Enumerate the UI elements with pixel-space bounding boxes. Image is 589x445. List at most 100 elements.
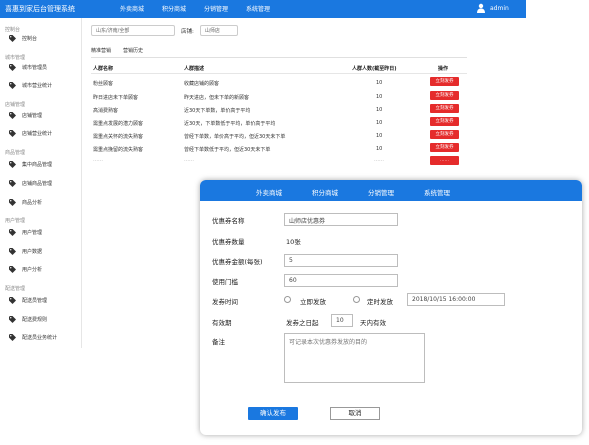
sidebar-item-label: 集中商品管理 — [22, 162, 53, 168]
remark-textarea[interactable]: 可记录本次优惠券发放的目的 — [284, 333, 425, 383]
send-coupon-button[interactable]: 立刻发券 — [430, 117, 459, 126]
coupon-count-label: 优惠券数量 — [212, 238, 245, 246]
sidebar-group-user: 用户管理 — [5, 218, 26, 224]
tab-divider — [91, 57, 467, 58]
table-cell-desc: 曾经下单数低于平均，但近30天未下单 — [184, 147, 271, 153]
send-now-radio[interactable] — [284, 296, 291, 303]
validity-suffix: 天内有效 — [360, 319, 386, 327]
tag-icon — [9, 112, 16, 119]
tab-bar: 精准营销 营销历史 — [91, 47, 143, 54]
top-nav-item-distribution[interactable]: 分销管理 — [204, 4, 228, 13]
sidebar-item-user-admin[interactable]: 用户管理 — [9, 229, 42, 236]
app-title: 喜惠到家后台管理系统 — [5, 5, 75, 13]
top-nav-item-takeout[interactable]: 外卖商城 — [120, 4, 144, 13]
sidebar-item-label: 店铺管理 — [22, 113, 43, 119]
sidebar-item-store-admin[interactable]: 店铺管理 — [9, 112, 42, 119]
table-cell-name: 粉丝顾客 — [93, 81, 114, 87]
send-time-label: 发券时间 — [212, 298, 238, 306]
table-cell-count: 10 — [376, 80, 383, 86]
coupon-dialog: 外卖商城 积分商城 分销管理 系统管理 优惠券名称 山师店优惠券 优惠券数量 1… — [200, 180, 582, 435]
send-coupon-button[interactable]: 立刻发券 — [430, 104, 459, 113]
threshold-input[interactable]: 60 — [284, 274, 398, 287]
dialog-top-bar: 外卖商城 积分商城 分销管理 系统管理 — [200, 180, 582, 201]
column-header-action: 操作 — [438, 66, 449, 72]
send-scheduled-label: 定时发放 — [367, 298, 393, 306]
store-select-value: 山师店 — [204, 28, 220, 34]
table-cell-count: 10 — [376, 146, 383, 152]
remark-label: 备注 — [212, 338, 225, 346]
send-coupon-button[interactable]: 立刻发券 — [430, 130, 459, 139]
table-cell-name: 需重点发展的潜力顾客 — [93, 121, 144, 127]
sidebar-item-label: 城市营业统计 — [22, 83, 53, 89]
table-cell-count: 10 — [376, 107, 383, 113]
sidebar-item-central-goods[interactable]: 集中商品管理 — [9, 161, 52, 168]
sidebar-item-label: 店铺营业统计 — [22, 131, 53, 137]
user-icon — [477, 3, 485, 13]
sidebar-item-store-goods[interactable]: 店铺商品管理 — [9, 180, 52, 187]
scheduled-time-input[interactable]: 2018/10/15 16:00:00 — [407, 293, 505, 306]
dialog-nav-item-distribution[interactable]: 分销管理 — [368, 187, 394, 197]
table-cell-name: 需重点挽留的流失熟客 — [93, 147, 144, 153]
top-nav-item-points[interactable]: 积分商城 — [162, 4, 186, 13]
dialog-nav-item-system[interactable]: 系统管理 — [424, 187, 450, 197]
table-cell-desc: 昨天进店，但未下单的新顾客 — [184, 95, 250, 101]
coupon-amount-input[interactable]: 5 — [284, 254, 398, 267]
user-menu[interactable]: admin — [476, 3, 509, 13]
tag-icon — [9, 334, 16, 341]
sidebar-item-label: 控制台 — [22, 36, 38, 42]
validity-label: 有效期 — [212, 319, 232, 327]
sidebar-item-console[interactable]: 控制台 — [9, 35, 37, 42]
sidebar-item-label: 配送员业务统计 — [22, 335, 58, 341]
sidebar-item-user-analysis[interactable]: 用户分析 — [9, 266, 42, 273]
table-cell-desc: 近30天，下单数低于平均，单价高于平均 — [184, 121, 276, 127]
sidebar-item-store-stats[interactable]: 店铺营业统计 — [9, 130, 52, 137]
table-cell-count: 10 — [376, 94, 383, 100]
region-select-value: 山东/济南/全部 — [96, 28, 130, 34]
app-screen: 喜惠到家后台管理系统 外卖商城 积分商城 分销管理 系统管理 admin 控制台… — [0, 0, 589, 445]
send-coupon-button[interactable]: 立刻发券 — [430, 143, 459, 152]
coupon-amount-label: 优惠券金额(每张) — [212, 258, 263, 266]
sidebar-item-goods-analysis[interactable]: 商品分析 — [9, 199, 42, 206]
user-name: admin — [490, 4, 509, 12]
dialog-nav-item-takeout[interactable]: 外卖商城 — [256, 187, 282, 197]
send-coupon-button[interactable]: …… — [430, 156, 459, 165]
sidebar-item-city-admin[interactable]: 城市管理员 — [9, 64, 47, 71]
table-header-divider — [91, 73, 467, 74]
cancel-button[interactable]: 取消 — [330, 407, 380, 420]
sidebar-group-delivery: 配送管理 — [5, 286, 26, 292]
sidebar-item-courier-admin[interactable]: 配送员管理 — [9, 297, 47, 304]
sidebar-item-courier-stats[interactable]: 配送员业务统计 — [9, 334, 57, 341]
table-cell-name: 高消费熟客 — [93, 108, 119, 114]
tag-icon — [9, 316, 16, 323]
filter-bar: 山东/济南/全部 店铺: 山师店 — [91, 25, 238, 36]
table-cell-desc: 近30天下单数，单价高于平均 — [184, 108, 251, 114]
sidebar-item-city-stats[interactable]: 城市营业统计 — [9, 82, 52, 89]
validity-days-input[interactable]: 10 — [331, 314, 353, 327]
tab-precision-marketing[interactable]: 精准营销 — [91, 47, 111, 54]
sidebar-item-delivery-fee[interactable]: 配送费规则 — [9, 316, 47, 323]
table-cell-name: …… — [93, 157, 103, 163]
store-filter-label: 店铺: — [181, 28, 194, 35]
coupon-name-input[interactable]: 山师店优惠券 — [284, 213, 398, 226]
table-cell-desc: 收藏店铺的顾客 — [184, 81, 220, 87]
tag-icon — [9, 130, 16, 137]
sidebar-item-user-data[interactable]: 用户数据 — [9, 248, 42, 255]
store-select[interactable]: 山师店 — [199, 25, 238, 36]
send-scheduled-radio[interactable] — [353, 296, 360, 303]
top-nav-item-system[interactable]: 系统管理 — [246, 4, 270, 13]
column-header-count: 人群人数(截至昨日) — [352, 66, 397, 72]
table-cell-count: 10 — [376, 133, 383, 139]
table-cell-desc: 曾经下单数，单价高于平均，但近30天未下单 — [184, 134, 286, 140]
tag-icon — [9, 180, 16, 187]
dialog-nav: 外卖商城 积分商城 分销管理 系统管理 — [256, 187, 450, 197]
sidebar-group-goods: 商品管理 — [5, 150, 26, 156]
region-select[interactable]: 山东/济南/全部 — [91, 25, 175, 36]
sidebar-item-label: 配送费规则 — [22, 317, 48, 323]
confirm-publish-button[interactable]: 确认发布 — [248, 407, 298, 420]
tab-marketing-history[interactable]: 营销历史 — [123, 47, 143, 54]
send-coupon-button[interactable]: 立刻发券 — [430, 77, 459, 86]
top-bar: 喜惠到家后台管理系统 外卖商城 积分商城 分销管理 系统管理 admin — [0, 0, 526, 18]
dialog-nav-item-points[interactable]: 积分商城 — [312, 187, 338, 197]
send-coupon-button[interactable]: 立刻发券 — [430, 91, 459, 100]
column-header-desc: 人群描述 — [184, 66, 205, 72]
